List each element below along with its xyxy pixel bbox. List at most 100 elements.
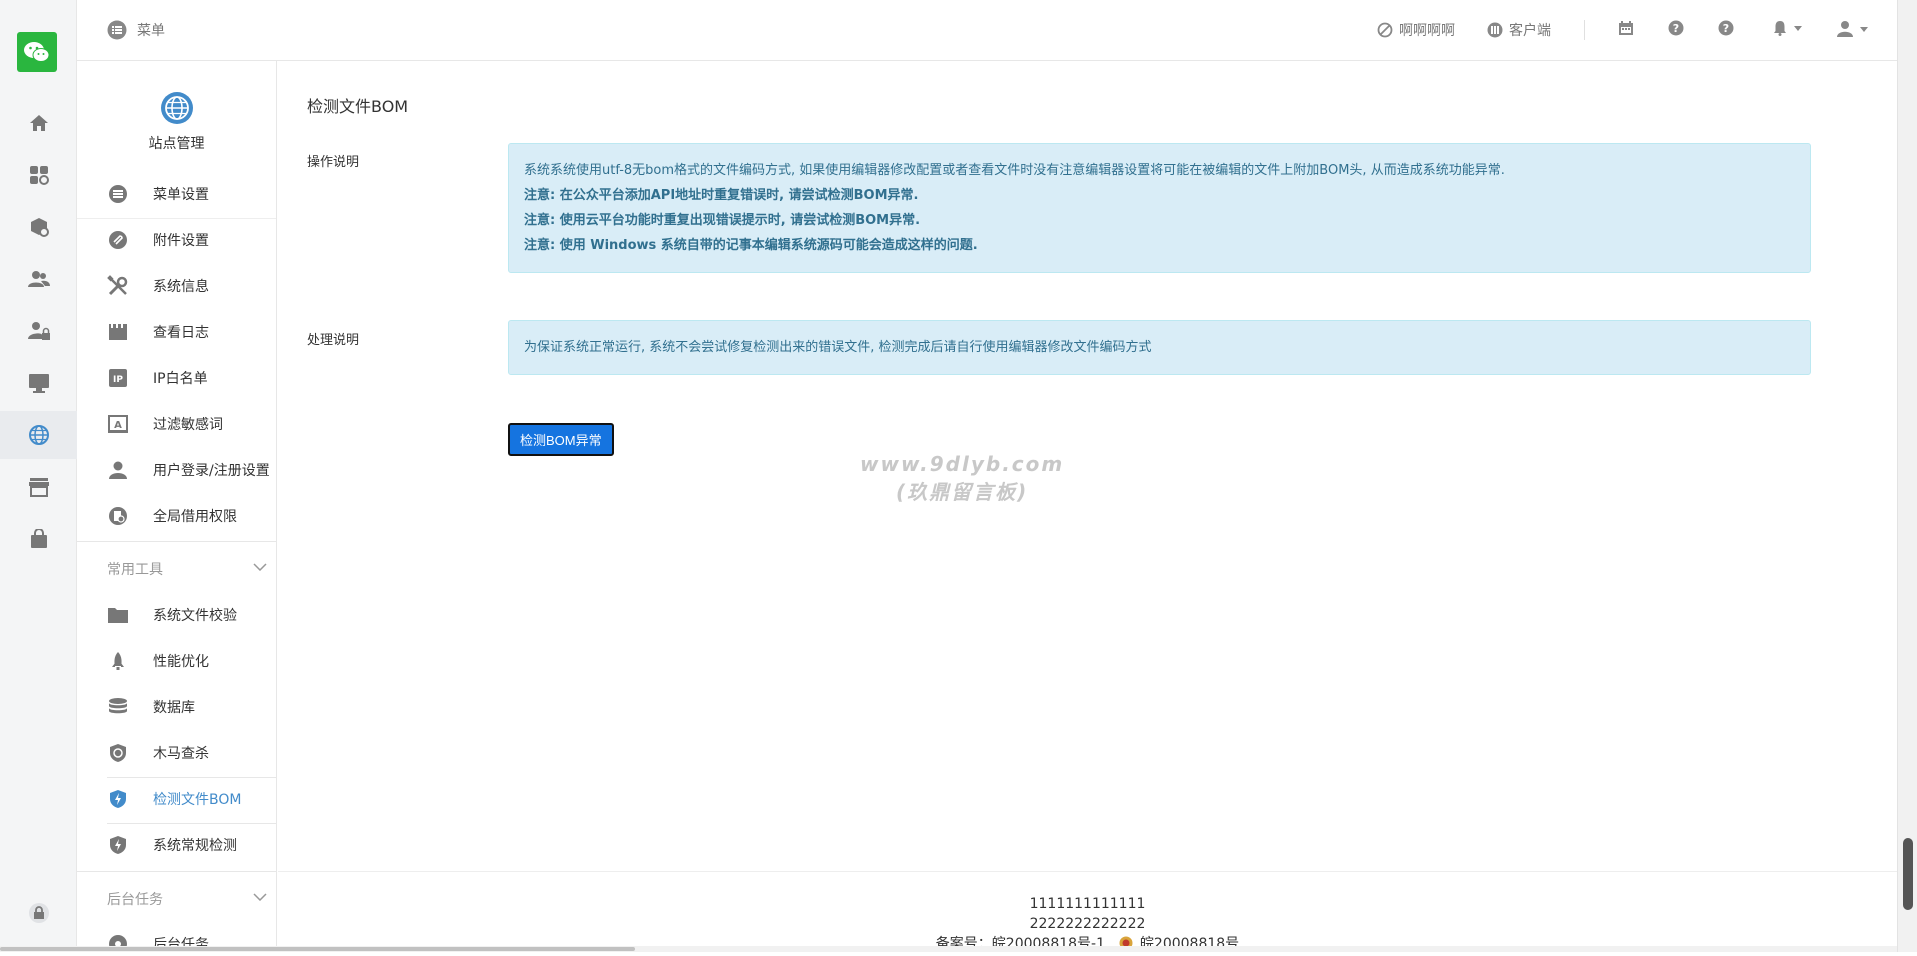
caret-down-icon — [1860, 27, 1868, 32]
header-link-aaaa[interactable]: 啊啊啊啊 — [1377, 20, 1455, 40]
user-dropdown[interactable] — [1836, 20, 1868, 38]
watermark: www.9dlyb.com (玖鼎留言板) — [860, 450, 1064, 506]
filter-icon: A — [107, 413, 129, 435]
header-link-client[interactable]: 客户端 — [1487, 20, 1551, 40]
alert-line: 注意: 在公众平台添加API地址时重复错误时, 请尝试检测BOM异常. — [524, 183, 1795, 208]
chevron-down-icon — [253, 559, 267, 575]
sidebar-item-label: 附件设置 — [153, 230, 209, 250]
header-link-label: 客户端 — [1509, 20, 1551, 40]
horizontal-scrollbar[interactable] — [0, 946, 1897, 952]
sidebar-item-label: 系统信息 — [153, 276, 209, 296]
store-icon[interactable] — [0, 463, 77, 511]
alert-line: 为保证系统正常运行, 系统不会尝试修复检测出来的错误文件, 检测完成后请自行使用… — [524, 335, 1795, 360]
watermark-line: www.9dlyb.com — [860, 450, 1064, 478]
svg-text:IP: IP — [113, 375, 123, 385]
sidebar-item-trojan-scan[interactable]: 木马查杀 — [77, 730, 277, 776]
header-divider — [1584, 20, 1585, 40]
sub-sidebar: 站点管理 菜单设置 附件设置 系统信息 查看日志 IP IP白名单 A 过滤敏感… — [77, 61, 277, 952]
sidebar-item-label: 全局借用权限 — [153, 506, 237, 526]
calendar-icon[interactable] — [1618, 20, 1634, 36]
apps-icon[interactable] — [0, 151, 77, 199]
sidebar-item-global-permission[interactable]: 全局借用权限 — [77, 493, 277, 539]
sidebar-item-label: 性能优化 — [153, 651, 209, 671]
sidebar-item-view-logs[interactable]: 查看日志 — [77, 309, 277, 355]
tools-icon — [107, 275, 129, 297]
sidebar-group-tools[interactable]: 常用工具 — [77, 541, 277, 591]
sidebar-item-file-check[interactable]: 系统文件校验 — [77, 592, 277, 638]
alert-line: 系统系统使用utf-8无bom格式的文件编码方式, 如果使用编辑器修改配置或者查… — [524, 158, 1795, 183]
chevron-down-icon — [253, 889, 267, 905]
shield-icon — [107, 742, 129, 764]
user-icon — [107, 459, 129, 481]
sidebar-item-label: 过滤敏感词 — [153, 414, 223, 434]
globe-icon[interactable] — [0, 411, 77, 459]
sidebar-item-label: 数据库 — [153, 697, 195, 717]
attachment-icon — [107, 229, 129, 251]
help-icon[interactable]: ? — [1668, 20, 1684, 36]
monitor-icon[interactable] — [0, 359, 77, 407]
scrollbar-thumb[interactable] — [1903, 838, 1913, 910]
sidebar-item-label: 用户登录/注册设置 — [153, 460, 270, 480]
watermark-line: (玖鼎留言板) — [860, 478, 1064, 506]
sidebar-item-label: 检测文件BOM — [153, 789, 241, 809]
folder-icon — [107, 604, 129, 626]
shield-bolt-icon — [107, 834, 129, 856]
ban-icon — [1377, 22, 1393, 38]
scrollbar-thumb[interactable] — [0, 947, 635, 951]
cube-icon[interactable] — [0, 203, 77, 251]
menu-label: 菜单 — [137, 20, 165, 40]
sidebar-item-system-check[interactable]: 系统常规检测 — [77, 822, 277, 868]
sidebar-item-label: 系统文件校验 — [153, 605, 237, 625]
page-title: 检测文件BOM — [307, 93, 408, 117]
footer-line: 2222222222222 — [278, 914, 1897, 934]
operation-label: 操作说明 — [307, 151, 359, 170]
permission-icon — [107, 505, 129, 527]
top-header: 菜单 啊啊啊啊 客户端 ? ? — [77, 0, 1897, 61]
svg-text:A: A — [114, 420, 122, 431]
lock-icon[interactable] — [0, 889, 77, 937]
wechat-logo-icon[interactable] — [17, 32, 57, 72]
sidebar-item-user-login-settings[interactable]: 用户登录/注册设置 — [77, 447, 277, 493]
rocket-icon — [107, 650, 129, 672]
list-icon — [107, 20, 127, 40]
svg-text:?: ? — [1673, 22, 1679, 35]
notifications-dropdown[interactable] — [1772, 20, 1802, 36]
header-link-label: 啊啊啊啊 — [1399, 20, 1455, 40]
alert-line: 注意: 使用云平台功能时重复出现错误提示时, 请尝试检测BOM异常. — [524, 208, 1795, 233]
footer-line: 1111111111111 — [278, 894, 1897, 914]
alert-line: 注意: 使用 Windows 系统自带的记事本编辑系统源码可能会造成这样的问题. — [524, 233, 1795, 258]
bag-icon[interactable] — [0, 515, 77, 563]
shield-bolt-icon — [107, 788, 129, 810]
sidebar-group-tasks[interactable]: 后台任务 — [77, 871, 277, 921]
detect-bom-button[interactable]: 检测BOM异常 — [508, 423, 614, 456]
sidebar-group-label: 后台任务 — [107, 889, 163, 909]
user-lock-icon[interactable] — [0, 307, 77, 355]
sidebar-item-bom-check[interactable]: 检测文件BOM — [77, 776, 277, 822]
sidebar-item-system-info[interactable]: 系统信息 — [77, 263, 277, 309]
home-icon[interactable] — [0, 99, 77, 147]
footer-beian: 备案号：皖20008818号-1 皖20008818号 — [278, 934, 1897, 956]
site-title: 站点管理 — [77, 133, 276, 153]
user-icon — [1836, 20, 1854, 38]
icon-rail — [0, 0, 77, 952]
main-content: 检测文件BOM 操作说明 系统系统使用utf-8无bom格式的文件编码方式, 如… — [278, 61, 1897, 871]
svg-text:?: ? — [1723, 22, 1729, 35]
sidebar-item-attachment-settings[interactable]: 附件设置 — [77, 217, 277, 263]
processing-label: 处理说明 — [307, 329, 359, 348]
sidebar-item-menu-settings[interactable]: 菜单设置 — [77, 171, 277, 217]
users-icon[interactable] — [0, 255, 77, 303]
sidebar-group-label: 常用工具 — [107, 559, 163, 579]
sidebar-item-label: 木马查杀 — [153, 743, 209, 763]
client-icon — [1487, 22, 1503, 38]
menu-toggle[interactable]: 菜单 — [107, 20, 165, 40]
sidebar-item-ip-whitelist[interactable]: IP IP白名单 — [77, 355, 277, 401]
vertical-scrollbar[interactable] — [1897, 0, 1917, 952]
sidebar-item-database[interactable]: 数据库 — [77, 684, 277, 730]
sidebar-item-filter-words[interactable]: A 过滤敏感词 — [77, 401, 277, 447]
caret-down-icon — [1794, 26, 1802, 31]
sidebar-item-performance[interactable]: 性能优化 — [77, 638, 277, 684]
footer: 1111111111111 2222222222222 备案号：皖2000881… — [278, 871, 1897, 952]
help-icon[interactable]: ? — [1718, 20, 1734, 36]
log-icon — [107, 321, 129, 343]
globe-icon — [160, 91, 194, 125]
